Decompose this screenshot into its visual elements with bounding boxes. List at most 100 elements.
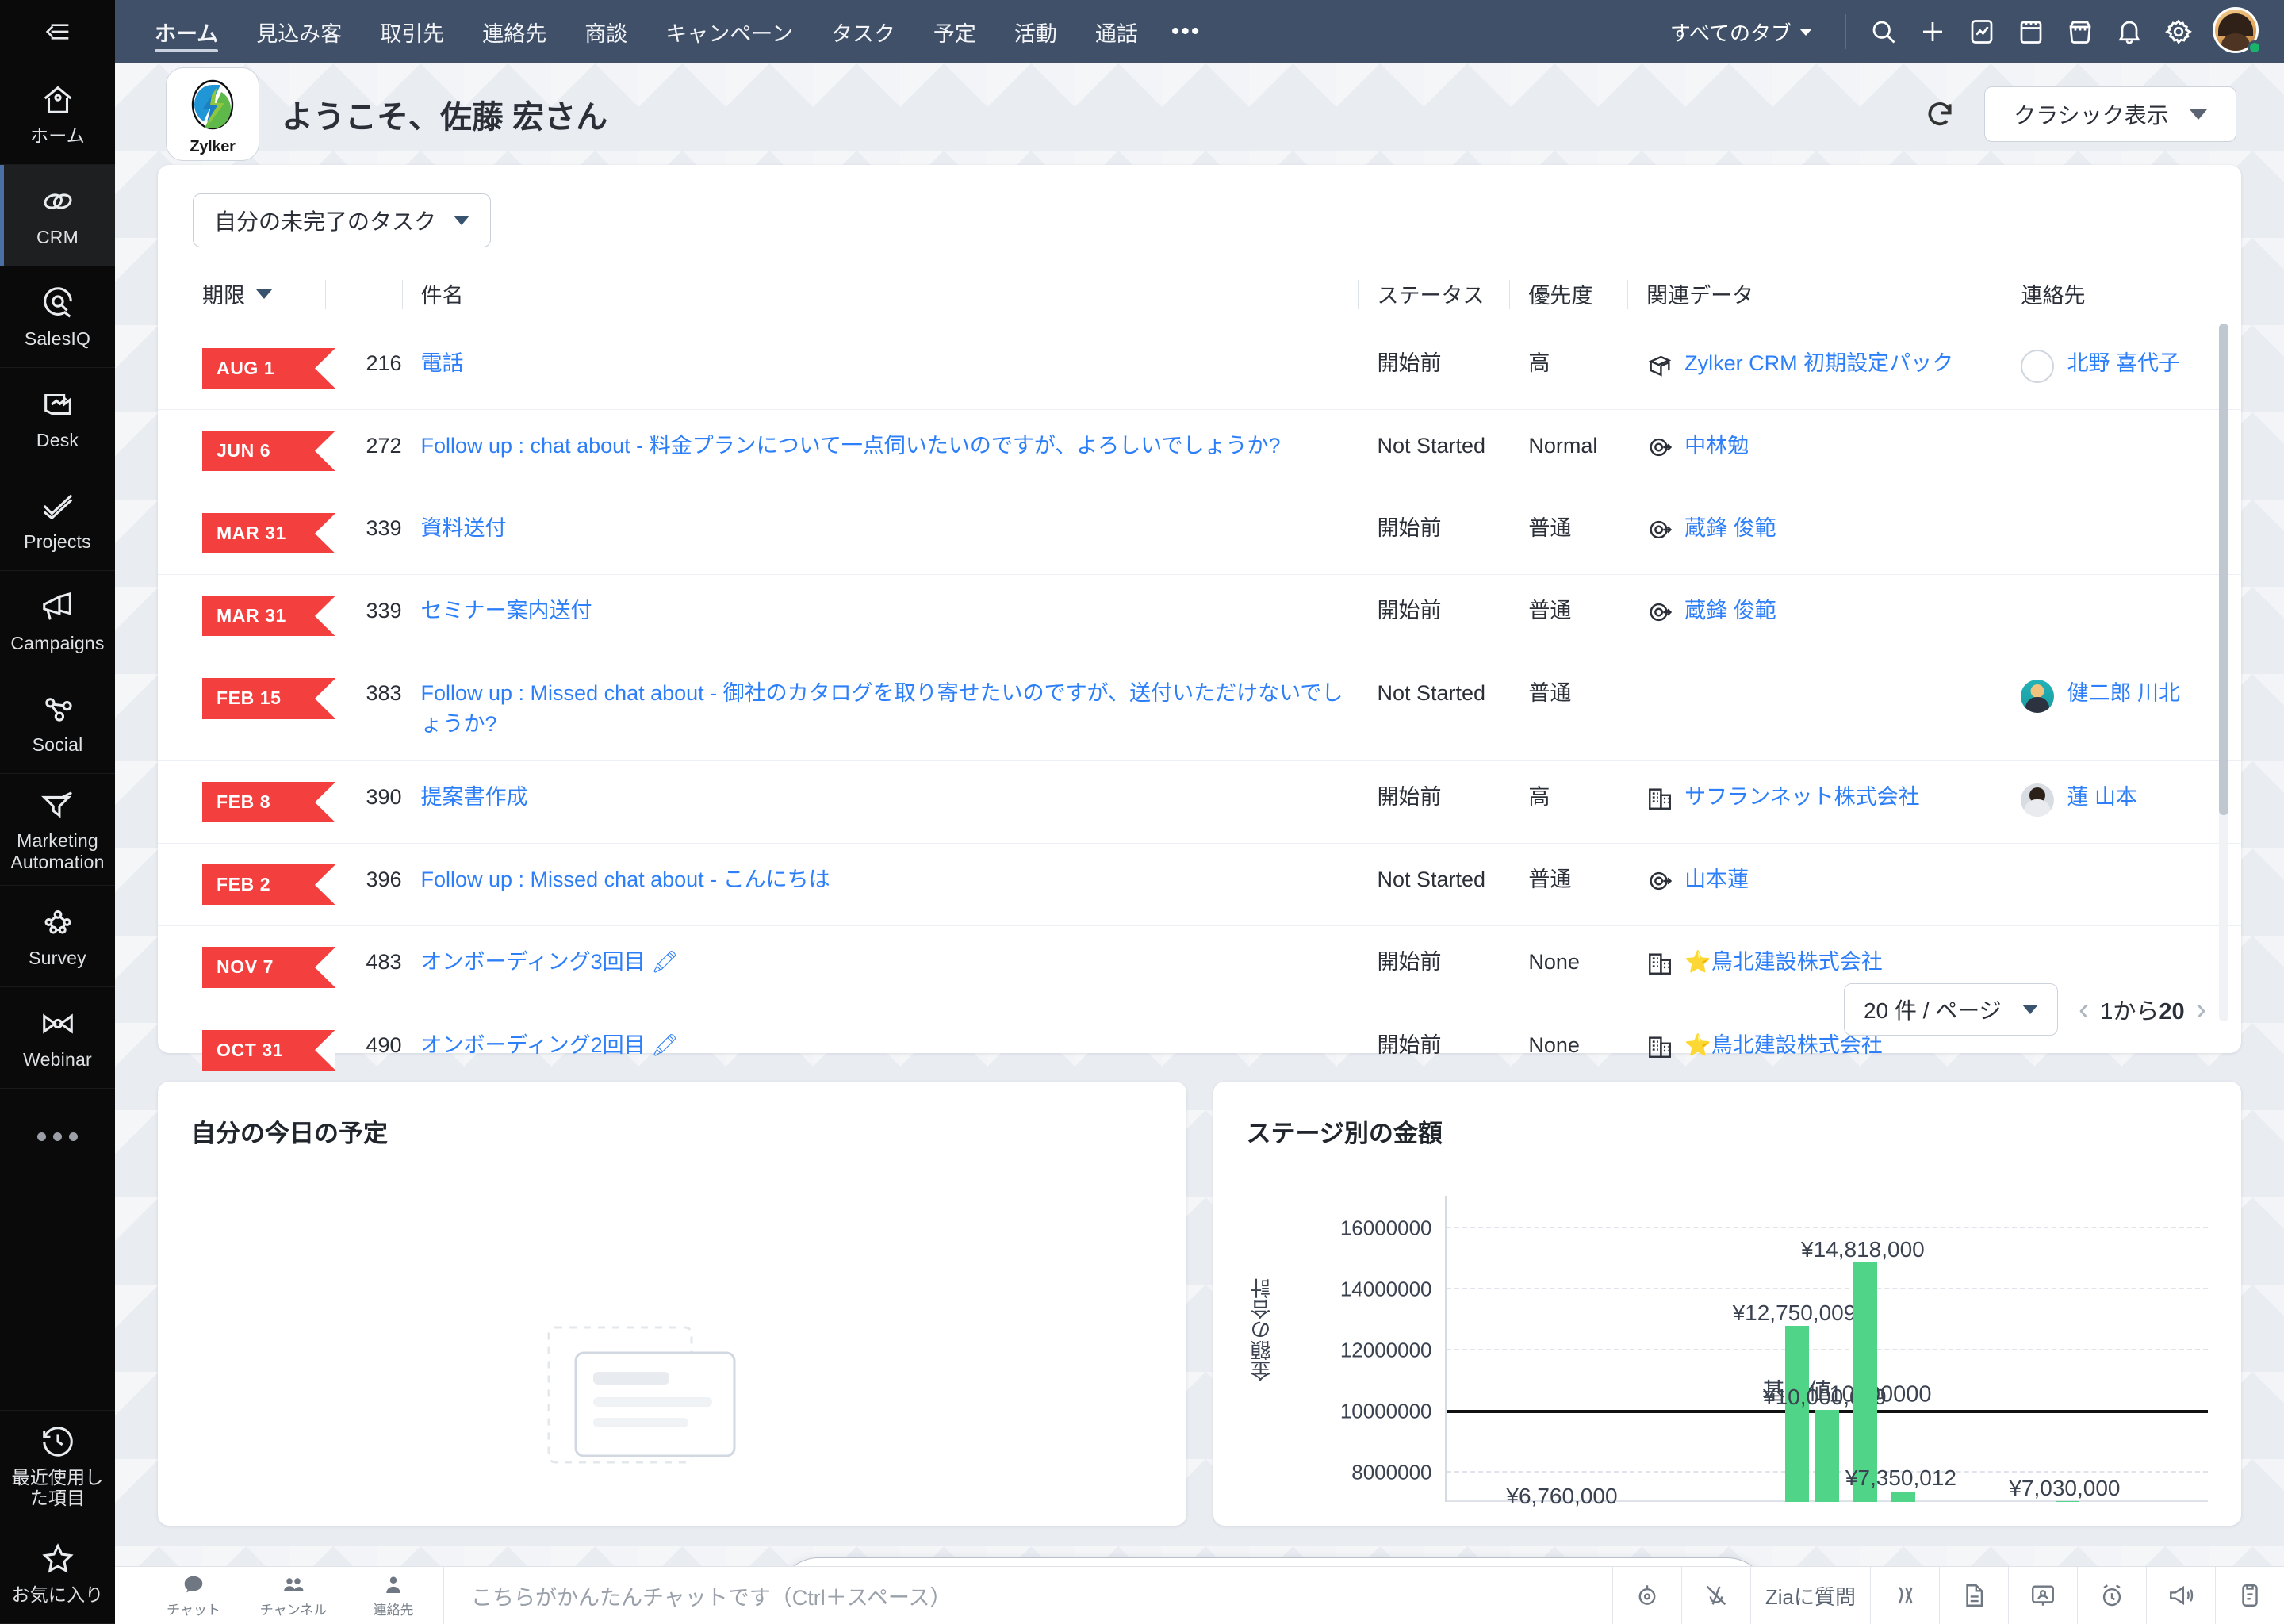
dot xyxy=(37,1132,46,1141)
related-link[interactable]: サフランネット株式会社 xyxy=(1684,782,1919,813)
ask-zia-button[interactable]: Ziaに質問 xyxy=(1749,1566,1870,1624)
table-row[interactable]: MAR 31 339 セミナー案内送付 開始前 普通 蔵鋒 俊範 xyxy=(158,574,2241,658)
marketplace-icon[interactable] xyxy=(2056,7,2105,56)
column-header-due[interactable]: 期限 xyxy=(158,262,326,327)
collapse-sidebar-button[interactable] xyxy=(0,0,115,63)
all-tabs-dropdown[interactable]: すべてのタブ xyxy=(1650,17,1833,47)
column-header-priority[interactable]: 優先度 xyxy=(1509,262,1628,327)
table-row[interactable]: AUG 1 216 電話 開始前高 Zylker CRM 初期設定パック 北野 喜代子 xyxy=(158,327,2241,411)
related-link[interactable]: 蔵鋒 俊範 xyxy=(1684,596,1776,626)
sidebar-item-favorites[interactable]: お気に入り xyxy=(0,1522,115,1624)
chart-y-axis-label: 金額の合計 xyxy=(1249,1278,1274,1381)
bell-icon[interactable] xyxy=(2105,7,2154,56)
sidebar-item-survey[interactable]: Survey xyxy=(0,886,115,988)
bottom-contacts-button[interactable]: 連絡先 xyxy=(343,1573,443,1618)
chart-bar[interactable] xyxy=(2055,1500,2079,1502)
zia-glyph-icon[interactable] xyxy=(1870,1566,1939,1624)
column-header-status[interactable]: ステータス xyxy=(1358,262,1510,327)
related-link[interactable]: 蔵鋒 俊範 xyxy=(1684,513,1776,544)
sidebar-item-salesiq[interactable]: SalesIQ xyxy=(0,266,115,368)
sidebar-item-ホーム[interactable]: ホーム xyxy=(0,63,115,165)
user-avatar-button[interactable] xyxy=(2213,7,2262,56)
table-row[interactable]: JUN 6 272 Follow up : chat about - 料金プランにつ… xyxy=(158,409,2241,493)
table-row[interactable]: FEB 15 383 Follow up : Missed chat about -… xyxy=(158,657,2241,762)
chart-bar[interactable] xyxy=(1891,1491,1916,1502)
column-header-subject[interactable]: 件名 xyxy=(401,262,1359,327)
notes-icon[interactable] xyxy=(1939,1566,2008,1624)
tab-0[interactable]: ホーム xyxy=(136,0,237,63)
search-icon[interactable] xyxy=(1859,7,1908,56)
tab-9[interactable]: 通話 xyxy=(1076,0,1157,63)
prev-page-icon[interactable]: ‹ xyxy=(2079,994,2089,1025)
bottom-contacts-label: 連絡先 xyxy=(373,1602,414,1618)
zia-off-icon[interactable] xyxy=(1680,1566,1750,1624)
alarm-icon[interactable] xyxy=(2077,1566,2146,1624)
contact-link[interactable]: 蓮 山本 xyxy=(2067,782,2137,813)
analytics-icon[interactable] xyxy=(1957,7,2006,56)
sidebar-item-crm[interactable]: CRM xyxy=(0,165,115,266)
task-subject-link[interactable]: 資料送付 xyxy=(421,516,507,540)
calendar-icon[interactable] xyxy=(2006,7,2056,56)
module-tabs-more-button[interactable]: ••• xyxy=(1157,18,1216,45)
column-header-contact[interactable]: 連絡先 xyxy=(2002,262,2241,327)
sidebar-item-social[interactable]: Social xyxy=(0,672,115,774)
task-subject-link[interactable]: オンボーディング3回目 🖍 xyxy=(421,950,679,974)
scrollbar-thumb[interactable] xyxy=(2219,324,2228,815)
task-subject-link[interactable]: オンボーディング2回目 🖍 xyxy=(421,1033,679,1057)
crm-link-icon xyxy=(40,183,76,220)
rail-more-button[interactable] xyxy=(0,1089,115,1184)
sidebar-item-recent[interactable]: 最近使用した項目 xyxy=(0,1411,115,1522)
chart-bar[interactable] xyxy=(1784,1326,1809,1502)
tab-2[interactable]: 取引先 xyxy=(361,0,463,63)
sidebar-item-desk[interactable]: Desk xyxy=(0,368,115,469)
related-link[interactable]: Zylker CRM 初期設定パック xyxy=(1684,348,1953,379)
task-subject-link[interactable]: Follow up : chat about - 料金プランについて一点伺いたい… xyxy=(421,434,1281,458)
tab-1[interactable]: 見込み客 xyxy=(237,0,361,63)
sidebar-item-webinar[interactable]: Webinar xyxy=(0,987,115,1090)
task-subject-link[interactable]: Follow up : Missed chat about - 御社のカタログを… xyxy=(421,681,1343,736)
tab-7[interactable]: 予定 xyxy=(914,0,995,63)
page-size-dropdown[interactable]: 20 件 / ページ xyxy=(1843,983,2058,1036)
contact-link[interactable]: 健二郎 川北 xyxy=(2067,678,2180,709)
refresh-icon[interactable] xyxy=(1921,95,1959,133)
sidebar-item-campaigns[interactable]: Campaigns xyxy=(0,571,115,672)
quick-chat-input[interactable]: こちらがかんたんチャットです（Ctrl＋スペース） xyxy=(444,1580,1612,1611)
table-row[interactable]: FEB 8 390 提案書作成 開始前高 サフランネット株式会社 蓮 山本 xyxy=(158,760,2241,845)
sidebar-item-projects[interactable]: Projects xyxy=(0,469,115,571)
bottom-bar-right: Ziaに質問 xyxy=(1611,1566,2284,1624)
presenter-icon[interactable] xyxy=(2008,1566,2077,1624)
tasks-scrollbar[interactable] xyxy=(2219,324,2228,1021)
cell-priority: None xyxy=(1528,1032,1580,1057)
tab-4[interactable]: 商談 xyxy=(565,0,646,63)
view-switch-button[interactable]: クラシック表示 xyxy=(1984,86,2236,142)
column-header-related[interactable]: 関連データ xyxy=(1627,262,2002,327)
table-row[interactable]: FEB 2 396 Follow up : Missed chat about - … xyxy=(158,843,2241,927)
gauge-icon[interactable] xyxy=(1611,1566,1681,1624)
tab-5[interactable]: キャンペーン xyxy=(646,0,812,63)
bottom-channels-button[interactable]: チャンネル xyxy=(243,1573,343,1618)
sidebar-item-marketing-automation[interactable]: Marketing Automation xyxy=(0,774,115,887)
gear-icon[interactable] xyxy=(2154,7,2203,56)
bottom-chat-button[interactable]: チャット xyxy=(144,1573,243,1618)
sidebar-item-label: Webinar xyxy=(23,1049,92,1070)
announce-icon[interactable] xyxy=(2146,1566,2215,1624)
task-subject-link[interactable]: 電話 xyxy=(421,351,464,375)
contact-link[interactable]: 北野 喜代子 xyxy=(2067,348,2180,379)
related-link[interactable]: 中林勉 xyxy=(1684,431,1749,462)
clipboard-icon[interactable] xyxy=(2215,1566,2284,1624)
task-subject-link[interactable]: 提案書作成 xyxy=(421,785,528,809)
chart-bar[interactable] xyxy=(1815,1410,1840,1502)
tab-3[interactable]: 連絡先 xyxy=(463,0,565,63)
task-subject-link[interactable]: Follow up : Missed chat about - こんにちは xyxy=(421,868,830,891)
related-link[interactable]: ⭐鳥北建設株式会社 xyxy=(1684,947,1883,978)
plus-icon[interactable] xyxy=(1908,7,1957,56)
tab-8[interactable]: 活動 xyxy=(995,0,1076,63)
task-subject-link[interactable]: セミナー案内送付 xyxy=(421,599,592,622)
home-icon xyxy=(40,82,76,118)
tab-6[interactable]: タスク xyxy=(812,0,914,63)
related-link[interactable]: 山本蓮 xyxy=(1684,864,1749,895)
table-row[interactable]: MAR 31 339 資料送付 開始前 普通 蔵鋒 俊範 xyxy=(158,492,2241,576)
cell-contact xyxy=(2002,492,2241,576)
next-page-icon[interactable]: › xyxy=(2196,994,2206,1025)
task-filter-dropdown[interactable]: 自分の未完了のタスク xyxy=(193,193,492,247)
